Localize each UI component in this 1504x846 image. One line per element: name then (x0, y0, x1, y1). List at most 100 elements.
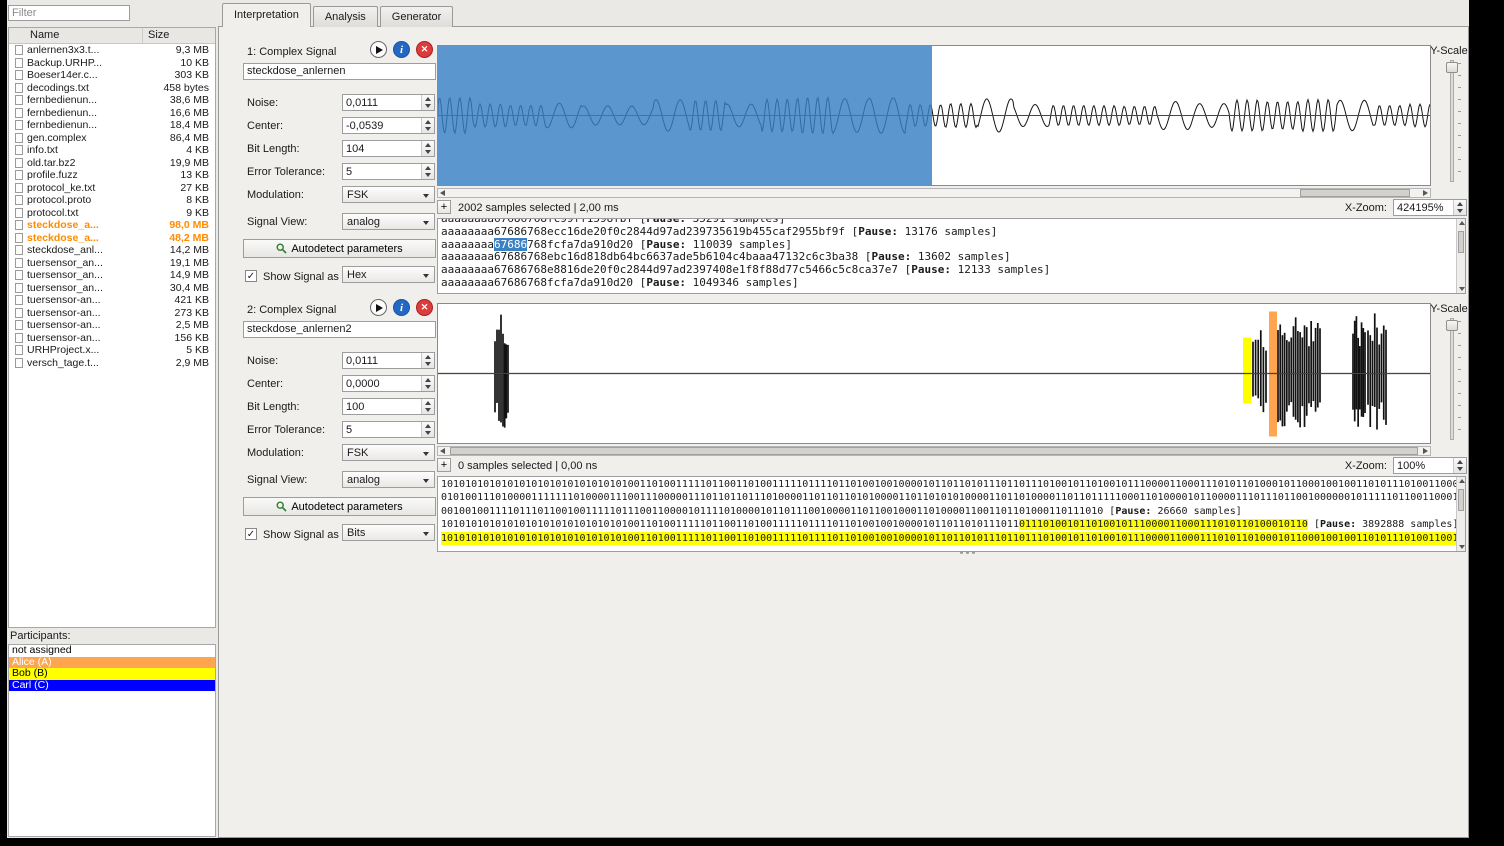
slider-handle[interactable] (1446, 320, 1458, 331)
spin-up-icon[interactable] (425, 97, 431, 101)
spin-up-icon[interactable] (425, 166, 431, 170)
spinner-buttons[interactable] (421, 141, 434, 156)
scroll-left-icon[interactable] (440, 190, 445, 196)
message-line[interactable]: 1010101010101010101010101010101001101001… (441, 478, 1462, 491)
splitter-handle[interactable] (647, 551, 1287, 555)
error-tolerance-spinbox[interactable]: 5 (342, 163, 435, 180)
spinner-buttons[interactable] (421, 353, 434, 368)
spin-down-icon[interactable] (425, 408, 431, 412)
signal-name-input[interactable]: steckdose_anlernen (243, 63, 436, 80)
scroll-up-icon[interactable] (1458, 221, 1465, 225)
center-spinbox[interactable]: 0,0000 (342, 375, 435, 392)
show-signal-dropdown[interactable]: Bits (342, 524, 435, 541)
message-list[interactable]: 1010101010101010101010101010101001101001… (437, 476, 1466, 552)
spin-up-icon[interactable] (1457, 202, 1463, 206)
spin-down-icon[interactable] (425, 104, 431, 108)
scrollbar-thumb[interactable] (450, 447, 1418, 455)
spinner-buttons[interactable] (1453, 458, 1466, 473)
spin-down-icon[interactable] (1457, 467, 1463, 471)
spin-up-icon[interactable] (425, 120, 431, 124)
message-line[interactable]: 0010010011110111011001001111101110011000… (441, 505, 1462, 518)
spin-up-icon[interactable] (425, 143, 431, 147)
spin-down-icon[interactable] (425, 150, 431, 154)
signal-plot[interactable] (437, 45, 1431, 186)
vertical-scrollbar[interactable] (1456, 477, 1465, 551)
tab-analysis[interactable]: Analysis (312, 6, 378, 27)
zoom-in-button[interactable]: + (437, 458, 451, 472)
play-button[interactable] (370, 41, 387, 58)
bit-length-value: 100 (346, 401, 365, 413)
horizontal-scrollbar[interactable] (437, 188, 1431, 198)
signal-panel-1: 1: Complex Signal i ✕ steckdose_anlernen… (7, 36, 1469, 294)
spin-down-icon[interactable] (425, 127, 431, 131)
message-list[interactable]: aaaaaaaa67686768fc99ff1598fbf [Pause: 35… (437, 218, 1466, 294)
message-line[interactable]: 0101001110100001111111010000111001110000… (441, 491, 1462, 504)
bit-length-spinbox[interactable]: 104 (342, 140, 435, 157)
spinner-buttons[interactable] (1453, 200, 1466, 215)
info-button[interactable]: i (393, 41, 410, 58)
spin-down-icon[interactable] (425, 173, 431, 177)
show-signal-dropdown[interactable]: Hex (342, 266, 435, 283)
spin-down-icon[interactable] (425, 431, 431, 435)
spinner-buttons[interactable] (421, 164, 434, 179)
message-line[interactable]: 1010101010101010101010101010101001101001… (441, 531, 1462, 546)
x-zoom-spinbox[interactable]: 100% (1393, 457, 1467, 474)
spin-down-icon[interactable] (425, 385, 431, 389)
scrollbar-thumb[interactable] (1458, 489, 1464, 511)
play-button[interactable] (370, 299, 387, 316)
zoom-in-button[interactable]: + (437, 200, 451, 214)
selection-region[interactable] (438, 46, 932, 185)
message-line[interactable]: aaaaaaaa67686768fcfa7da910d20 [Pause: 10… (441, 276, 1462, 290)
participant-item[interactable]: not assigned (9, 645, 215, 657)
signal-plot[interactable] (437, 303, 1431, 444)
spin-down-icon[interactable] (425, 362, 431, 366)
error-tolerance-spinbox[interactable]: 5 (342, 421, 435, 438)
close-signal-button[interactable]: ✕ (416, 299, 433, 316)
close-signal-button[interactable]: ✕ (416, 41, 433, 58)
signal-view-dropdown[interactable]: analog (342, 213, 435, 230)
spinner-buttons[interactable] (421, 95, 434, 110)
spin-down-icon[interactable] (1457, 209, 1463, 213)
spinner-buttons[interactable] (421, 118, 434, 133)
show-signal-checkbox[interactable] (245, 528, 257, 540)
noise-spinbox[interactable]: 0,0111 (342, 94, 435, 111)
bit-length-spinbox[interactable]: 100 (342, 398, 435, 415)
noise-spinbox[interactable]: 0,0111 (342, 352, 435, 369)
modulation-dropdown[interactable]: FSK (342, 444, 435, 461)
participant-item[interactable]: Carl (C) (9, 679, 215, 692)
spinner-buttons[interactable] (421, 376, 434, 391)
scroll-right-icon[interactable] (1423, 190, 1428, 196)
info-button[interactable]: i (393, 299, 410, 316)
message-line[interactable]: 1010101010101010101010101010101001101001… (441, 518, 1462, 531)
scrollbar-thumb[interactable] (1300, 189, 1410, 197)
spin-up-icon[interactable] (425, 401, 431, 405)
scroll-left-icon[interactable] (440, 448, 445, 454)
tab-interpretation[interactable]: Interpretation (222, 3, 311, 27)
modulation-dropdown[interactable]: FSK (342, 186, 435, 203)
spin-up-icon[interactable] (1457, 460, 1463, 464)
spinner-buttons[interactable] (421, 399, 434, 414)
x-zoom-spinbox[interactable]: 424195% (1393, 199, 1467, 216)
scroll-down-icon[interactable] (1458, 545, 1465, 549)
scroll-up-icon[interactable] (1458, 479, 1465, 483)
autodetect-button[interactable]: Autodetect parameters (243, 239, 436, 258)
signal-name-input[interactable]: steckdose_anlernen2 (243, 321, 436, 338)
scroll-right-icon[interactable] (1423, 448, 1428, 454)
tab-generator[interactable]: Generator (379, 6, 454, 27)
autodetect-button[interactable]: Autodetect parameters (243, 497, 436, 516)
signal-view-dropdown[interactable]: analog (342, 471, 435, 488)
show-signal-checkbox[interactable] (245, 270, 257, 282)
filter-input[interactable] (8, 5, 130, 21)
y-scale-slider[interactable] (1445, 318, 1463, 440)
slider-handle[interactable] (1446, 62, 1458, 73)
scrollbar-thumb[interactable] (1458, 231, 1464, 253)
spin-up-icon[interactable] (425, 378, 431, 382)
spin-up-icon[interactable] (425, 355, 431, 359)
y-scale-slider[interactable] (1445, 60, 1463, 182)
horizontal-scrollbar[interactable] (437, 446, 1431, 456)
vertical-scrollbar[interactable] (1456, 219, 1465, 293)
scroll-down-icon[interactable] (1458, 287, 1465, 291)
spin-up-icon[interactable] (425, 424, 431, 428)
center-spinbox[interactable]: -0,0539 (342, 117, 435, 134)
spinner-buttons[interactable] (421, 422, 434, 437)
